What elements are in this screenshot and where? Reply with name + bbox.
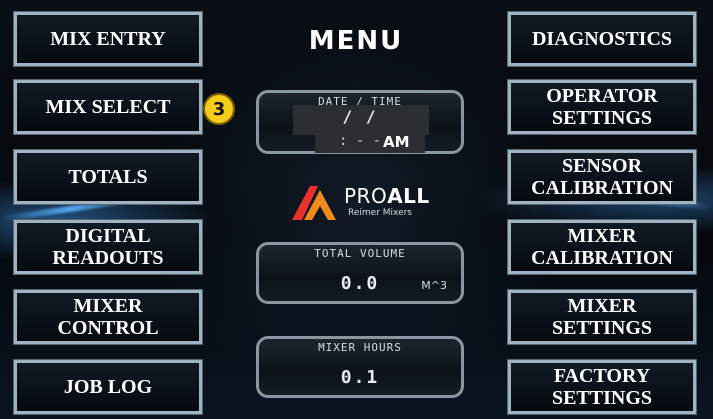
mixer-calibration-button[interactable]: MIXER CALIBRATION (507, 219, 697, 275)
logo-tagline: Reimer Mixers (348, 208, 412, 218)
sensor-calibration-button[interactable]: SENSOR CALIBRATION (507, 149, 697, 205)
menu-title: MENU (308, 26, 404, 56)
time-value: : - - (339, 133, 382, 149)
diagnostics-button[interactable]: DIAGNOSTICS (507, 11, 697, 67)
digital-readouts-button[interactable]: DIGITAL READOUTS (13, 219, 203, 275)
logo-text: PROALL (344, 184, 430, 208)
logo-brand-regular: PRO (344, 184, 388, 208)
mix-select-button[interactable]: MIX SELECT (13, 79, 203, 135)
am-pm-indicator: AM (383, 133, 410, 151)
mixer-hours-label: MIXER HOURS (318, 341, 402, 354)
totals-button[interactable]: TOTALS (13, 149, 203, 205)
date-value: / / (342, 107, 378, 126)
proall-logo-icon (292, 186, 336, 220)
mixer-settings-button[interactable]: MIXER SETTINGS (507, 289, 697, 345)
operator-settings-button[interactable]: OPERATOR SETTINGS (507, 79, 697, 135)
mixer-control-button[interactable]: MIXER CONTROL (13, 289, 203, 345)
mixer-hours-value: 0.1 (340, 367, 380, 388)
factory-settings-button[interactable]: FACTORY SETTINGS (507, 359, 697, 415)
mix-entry-button[interactable]: MIX ENTRY (13, 11, 203, 67)
mixer-hours-panel: MIXER HOURS 0.1 (256, 336, 464, 398)
job-log-button[interactable]: JOB LOG (13, 359, 203, 415)
logo-brand-bold: ALL (387, 184, 430, 208)
total-volume-panel: TOTAL VOLUME 0.0 M^3 (256, 242, 464, 304)
total-volume-label: TOTAL VOLUME (314, 247, 406, 260)
notification-badge[interactable]: 3 (203, 93, 235, 125)
proall-logo: PROALL Reimer Mixers (288, 180, 438, 224)
total-volume-unit: M^3 (421, 279, 447, 292)
date-time-panel[interactable]: DATE / TIME / / : - - AM (256, 90, 464, 154)
